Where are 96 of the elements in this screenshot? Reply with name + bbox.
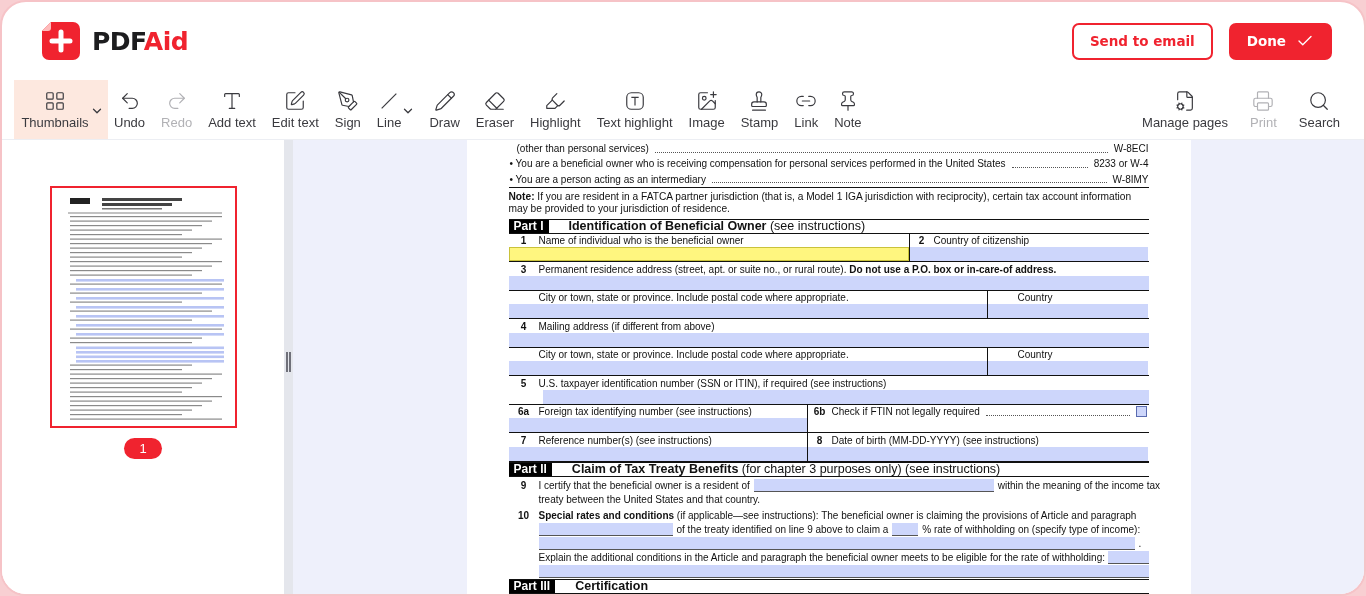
input-field[interactable] [753,479,994,493]
input-field[interactable] [508,304,987,319]
input-field[interactable] [508,247,909,262]
toolbar-button[interactable]: Manage pages [1136,80,1235,139]
line-number: 1 [519,235,528,247]
line-number: 6b [812,406,827,418]
part-label: Part III [508,580,556,593]
part-title: Certification [575,579,649,594]
toolbar-button[interactable]: Text highlight [590,80,679,139]
form-text: • You are a beneficial owner who is receiving compensation for personal services performed in the United States [509,158,1006,170]
part-label: Part I [508,220,549,233]
toolbar-button[interactable]: Thumbnails [14,80,108,139]
input-field[interactable] [987,361,1148,376]
send-email-button[interactable]: Send to email [1071,22,1213,60]
grid-icon [44,89,66,112]
part-title: Claim of Tax Treaty Benefits (for chapter 3 purposes only) (see instructions) [571,462,1001,477]
toolbar-button[interactable]: Search [1292,80,1346,139]
field-label: U.S. taxpayer identification number (SSN or ITIN), if required (see instructions) [538,377,887,389]
field-label: Name of individual who is the beneficial owner [538,235,744,247]
toolbar-button[interactable]: Draw [423,80,466,139]
line-number: 5 [519,377,528,389]
input-field[interactable] [538,565,1149,579]
field-label: Foreign tax identifying number (see instructions) [538,406,752,418]
pen-icon [336,89,359,112]
part-title: Identification of Beneficial Owner (see instructions) [568,219,866,234]
field-label: Country of citizenship [933,235,1030,247]
checkbox[interactable] [1135,406,1147,418]
toolbar-button[interactable]: Stamp [734,80,785,139]
toolbar-button[interactable]: Edit text [265,80,325,139]
form-text: treaty between the United States and that country. [538,494,761,506]
form-code: 8233 or W-4 [1093,158,1149,170]
input-field[interactable] [892,523,919,537]
form-code: W-8ECI [1113,143,1149,155]
line-number: 9 [519,480,528,492]
search-icon [1308,89,1331,112]
toolbar-button[interactable]: Note [828,80,868,139]
toolbar-button[interactable]: Image [682,80,731,139]
form-text: • You are a person acting as an intermediary [509,173,706,185]
toolbar-button[interactable]: Add text [202,80,262,139]
toolbar-button[interactable]: Link [788,80,825,139]
note-text: Note: If you are resident in a FATCA partner jurisdiction (that is, a Model 1 IGA jurisdiction with reciprocity), certain tax account information may be provided to your jurisdiction of residence. [508,191,1132,214]
logo-icon [42,22,80,60]
pencil-icon [433,89,456,112]
form-text: (other than personal services) [516,143,649,155]
line-number: 10 [516,510,531,522]
form-text: I certify that the beneficial owner is a resident of [538,480,750,492]
toolbar-button[interactable]: Eraser [469,80,521,139]
input-field[interactable] [1108,551,1149,565]
input-field[interactable] [508,447,807,461]
printer-icon [1252,89,1275,112]
form-text: Explain the additional conditions in the Article and paragraph the beneficial owner meets to be eligible for the rate of withholding: [538,552,1105,564]
toolbar-button[interactable]: Sign [328,80,367,139]
brand-name: PDFAid [92,26,189,56]
line-number: 6a [516,406,531,418]
field-label: Check if FTIN not legally required [831,406,980,418]
form-text: within the meaning of the income tax [997,480,1161,492]
text-box-icon [623,89,646,112]
input-field[interactable] [987,304,1148,319]
field-label: City or town, state or province. Include postal code where appropriate. [538,292,849,304]
line-number: 8 [815,434,824,446]
page-number: 1 [124,438,162,459]
resize-handle[interactable] [286,352,291,372]
input-field[interactable] [807,447,1148,461]
image-icon [695,89,718,112]
line-number: 4 [519,320,528,332]
input-field[interactable] [542,390,1149,404]
input-field[interactable] [508,276,1149,290]
input-field[interactable] [538,537,1135,551]
input-field[interactable] [538,523,673,537]
toolbar-button[interactable]: Undo [108,80,152,139]
field-label: City or town, state or province. Include postal code where appropriate. [538,349,849,361]
line-number: 7 [519,434,528,446]
field-label: Mailing address (if different from above) [538,320,715,332]
form-code: W-8IMY [1112,173,1149,185]
field-label: Date of birth (MM-DD-YYYY) (see instructions) [831,434,1039,446]
eraser-icon [483,89,506,112]
form-text: Special rates and conditions (if applicable—see instructions): The beneficial owner is claiming the provisions of Article and paragraph [538,510,1137,522]
toolbar-button[interactable]: Line [370,80,420,139]
field-label: Permanent residence address (street, apt. or suite no., or rural route). Do not use a P.O. box or in-care-of address. [538,263,1057,275]
line-number: 3 [519,263,528,275]
field-label: Reference number(s) (see instructions) [538,434,712,446]
part-label: Part II [508,463,552,476]
field-label: Country [1017,292,1053,304]
input-field[interactable] [508,361,987,376]
toolbar-button[interactable]: Highlight [524,80,587,139]
edit-icon [284,89,307,112]
input-field[interactable] [508,418,807,433]
form-text: of the treaty identified on line 9 above to claim a [676,524,889,536]
done-button[interactable]: Done [1228,22,1332,60]
line-number: 2 [917,235,926,247]
field-label: Country [1017,349,1053,361]
input-field[interactable] [508,333,1149,347]
page-thumbnail[interactable] [49,186,237,428]
form-text: . [1138,538,1142,550]
form-text: % rate of withholding on (specify type of income): [922,524,1141,536]
input-field[interactable] [909,247,1148,262]
